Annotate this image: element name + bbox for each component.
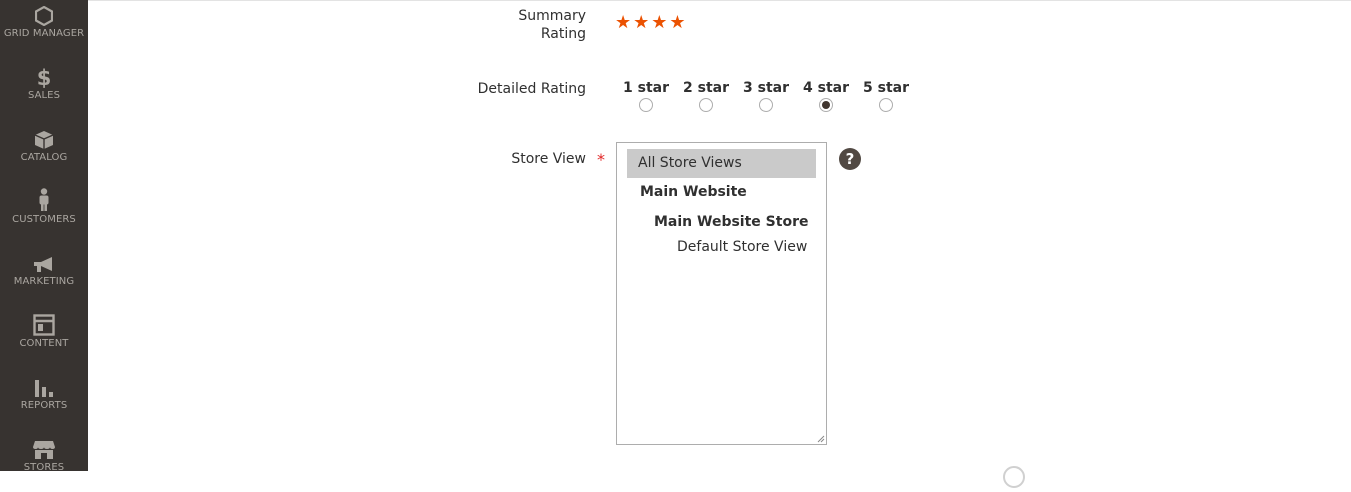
required-asterisk: * bbox=[597, 150, 605, 169]
rating-option-5[interactable]: 5 star bbox=[858, 79, 914, 112]
store-option-all-store-views[interactable]: All Store Views bbox=[627, 149, 816, 178]
rating-option-label: 5 star bbox=[863, 80, 909, 96]
store-optgroup-main-website: Main Website bbox=[640, 184, 747, 200]
nav-item-content[interactable]: CONTENT bbox=[0, 308, 88, 368]
storefront-icon bbox=[0, 432, 88, 460]
resize-grip-icon[interactable] bbox=[817, 435, 825, 443]
store-option-default-store-view[interactable]: Default Store View bbox=[677, 239, 807, 255]
nav-label: GRID MANAGER bbox=[3, 28, 85, 39]
rating-radio-3[interactable] bbox=[759, 98, 773, 112]
nav-label: CUSTOMERS bbox=[12, 214, 76, 225]
svg-text:$: $ bbox=[37, 66, 52, 88]
rating-option-label: 1 star bbox=[623, 80, 669, 96]
nav-label: STORES bbox=[23, 462, 65, 473]
nav-label: CONTENT bbox=[19, 338, 69, 349]
partial-circle-icon bbox=[1003, 466, 1025, 488]
layout-icon bbox=[0, 308, 88, 336]
nav-item-grid-manager[interactable]: GRID MANAGER bbox=[0, 0, 88, 58]
rating-radio-4[interactable] bbox=[819, 98, 833, 112]
summary-rating-label-line2: Rating bbox=[540, 26, 586, 42]
rating-radio-5[interactable] bbox=[879, 98, 893, 112]
admin-sidebar: GRID MANAGER $ SALES CATALOG CUSTOMERS M… bbox=[0, 0, 88, 473]
store-view-multiselect[interactable]: All Store Views Main Website Main Websit… bbox=[616, 142, 827, 445]
nav-label: REPORTS bbox=[20, 400, 68, 411]
nav-item-stores[interactable]: STORES bbox=[0, 432, 88, 492]
rating-option-2[interactable]: 2 star bbox=[678, 79, 734, 112]
nav-item-sales[interactable]: $ SALES bbox=[0, 60, 88, 120]
summary-rating-stars: ★★★★ bbox=[615, 12, 688, 33]
rating-option-label: 4 star bbox=[803, 80, 849, 96]
rating-option-label: 3 star bbox=[743, 80, 789, 96]
nav-label: SALES bbox=[27, 90, 61, 101]
summary-rating-label: Summary Rating bbox=[496, 7, 586, 43]
rating-option-4[interactable]: 4 star bbox=[798, 79, 854, 112]
dollar-icon: $ bbox=[0, 60, 88, 88]
rating-radio-1[interactable] bbox=[639, 98, 653, 112]
summary-rating-label-line1: Summary bbox=[518, 8, 586, 24]
help-icon[interactable]: ? bbox=[839, 148, 861, 170]
bar-chart-icon bbox=[0, 370, 88, 398]
detailed-rating-label: Detailed Rating bbox=[477, 81, 586, 97]
rating-option-1[interactable]: 1 star bbox=[618, 79, 674, 112]
rating-option-label: 2 star bbox=[683, 80, 729, 96]
store-optgroup-main-website-store: Main Website Store bbox=[654, 214, 809, 230]
nav-item-marketing[interactable]: MARKETING bbox=[0, 246, 88, 306]
box-icon bbox=[0, 122, 88, 150]
rating-radio-2[interactable] bbox=[699, 98, 713, 112]
store-view-label: Store View bbox=[511, 151, 586, 167]
nav-item-catalog[interactable]: CATALOG bbox=[0, 122, 88, 182]
rating-option-3[interactable]: 3 star bbox=[738, 79, 794, 112]
hexagon-icon bbox=[0, 0, 88, 26]
nav-label: CATALOG bbox=[20, 152, 68, 163]
person-icon bbox=[0, 184, 88, 212]
nav-label: MARKETING bbox=[13, 276, 75, 287]
nav-item-reports[interactable]: REPORTS bbox=[0, 370, 88, 430]
megaphone-icon bbox=[0, 246, 88, 274]
nav-item-customers[interactable]: CUSTOMERS bbox=[0, 184, 88, 244]
